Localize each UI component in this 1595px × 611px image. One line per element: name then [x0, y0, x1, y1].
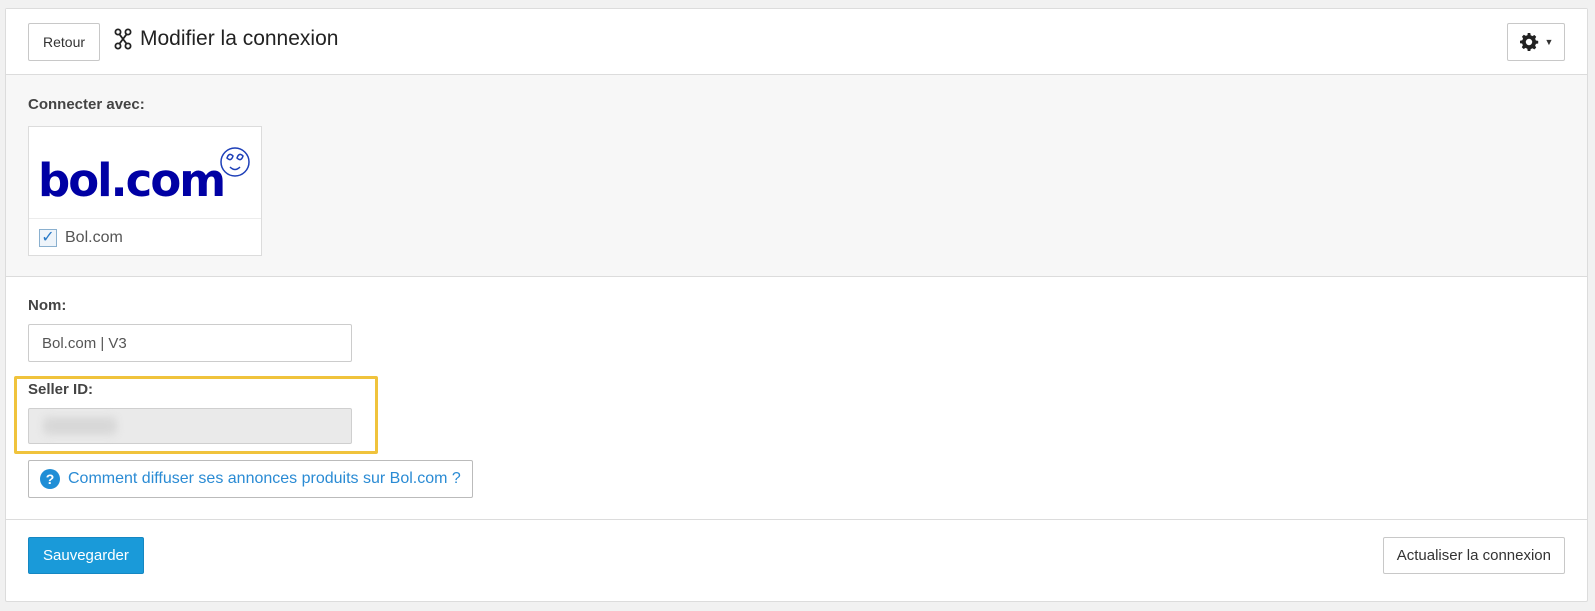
- save-button[interactable]: Sauvegarder: [28, 537, 144, 574]
- svg-text:bol.com: bol.com: [38, 154, 224, 207]
- seller-id-input[interactable]: [28, 408, 352, 444]
- form-section: Nom: Seller ID: ? Comment diffuser ses a…: [6, 277, 1587, 520]
- help-link-label: Comment diffuser ses annonces produits s…: [68, 470, 461, 487]
- connect-section: Connecter avec: bol.com ✓ Bol.com: [6, 75, 1587, 277]
- settings-dropdown-button[interactable]: ▼: [1507, 23, 1565, 61]
- gear-icon: [1519, 33, 1538, 51]
- back-button[interactable]: Retour: [28, 23, 101, 61]
- card-footer: ✓ Bol.com: [29, 219, 261, 256]
- connection-panel: Retour Modifier la connexion ▼ Connecter…: [5, 8, 1588, 602]
- refresh-connection-button[interactable]: Actualiser la connexion: [1382, 537, 1565, 574]
- connect-label: Connecter avec:: [28, 96, 145, 113]
- card-name: Bol.com: [65, 228, 123, 246]
- help-link-button[interactable]: ? Comment diffuser ses annonces produits…: [28, 460, 473, 498]
- integration-card-bolcom[interactable]: bol.com ✓ Bol.com: [28, 126, 262, 256]
- connection-nodes-icon: [114, 28, 132, 50]
- page-title: Modifier la connexion: [140, 27, 339, 50]
- question-circle-icon: ?: [40, 469, 60, 489]
- chevron-down-icon: ▼: [1544, 37, 1554, 47]
- panel-header: Retour Modifier la connexion ▼: [6, 9, 1587, 75]
- panel-footer: Sauvegarder Actualiser la connexion: [6, 520, 1587, 600]
- bolcom-checkbox[interactable]: ✓: [39, 228, 57, 247]
- title-wrap: Modifier la connexion: [114, 27, 338, 51]
- seller-id-label: Seller ID:: [28, 381, 94, 398]
- nom-label: Nom:: [28, 297, 67, 314]
- redacted-value: [43, 417, 117, 435]
- nom-input[interactable]: [28, 324, 352, 362]
- bolcom-logo: bol.com: [29, 127, 261, 219]
